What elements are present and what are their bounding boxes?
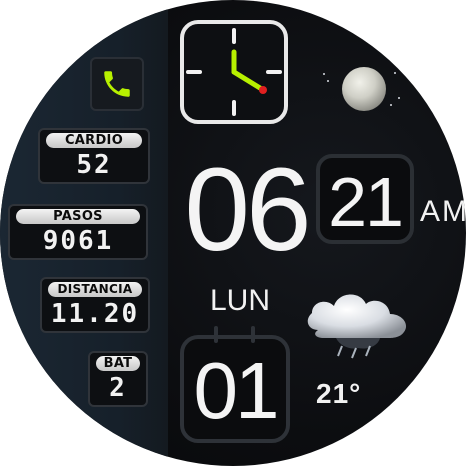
star-dot [327, 80, 329, 82]
distance-value: 11.20 [50, 299, 140, 329]
star-dot [390, 104, 392, 106]
steps-value: 9061 [42, 226, 114, 256]
distance-widget[interactable]: DISTANCIA 11.20 [40, 277, 150, 333]
analog-clock-dial [186, 28, 282, 116]
heart-rate-label: CARDIO [46, 133, 142, 148]
heart-rate-value: 52 [76, 150, 112, 180]
analog-clock [180, 20, 288, 124]
moon-phase-icon [342, 67, 386, 111]
star-dot [398, 97, 400, 99]
second-hand-dot [259, 86, 267, 94]
battery-value: 2 [109, 373, 127, 403]
battery-widget[interactable]: BAT 2 [88, 351, 148, 407]
phone-icon [104, 71, 130, 97]
watch-face: CARDIO 52 PASOS 9061 DISTANCIA 11.20 BAT… [0, 0, 466, 466]
phone-button[interactable] [90, 57, 144, 111]
minute-box: 21 [316, 154, 414, 244]
cloud-rain-icon[interactable] [302, 280, 422, 360]
minute-display: 21 [328, 163, 404, 241]
heart-rate-widget[interactable]: CARDIO 52 [38, 128, 150, 184]
ampm-indicator: AM [420, 195, 466, 228]
temperature-value: 21° [316, 378, 362, 409]
star-dot [323, 73, 325, 75]
distance-label: DISTANCIA [48, 282, 142, 297]
battery-label: BAT [96, 356, 140, 371]
date-box[interactable]: 01 [180, 335, 290, 443]
weekday-label: LUN [210, 284, 271, 317]
star-dot [394, 72, 396, 74]
hour-display: 06 [184, 144, 311, 276]
day-number: 01 [193, 346, 280, 435]
minute-hand [231, 69, 263, 91]
steps-widget[interactable]: PASOS 9061 [8, 204, 148, 260]
steps-label: PASOS [16, 209, 140, 224]
